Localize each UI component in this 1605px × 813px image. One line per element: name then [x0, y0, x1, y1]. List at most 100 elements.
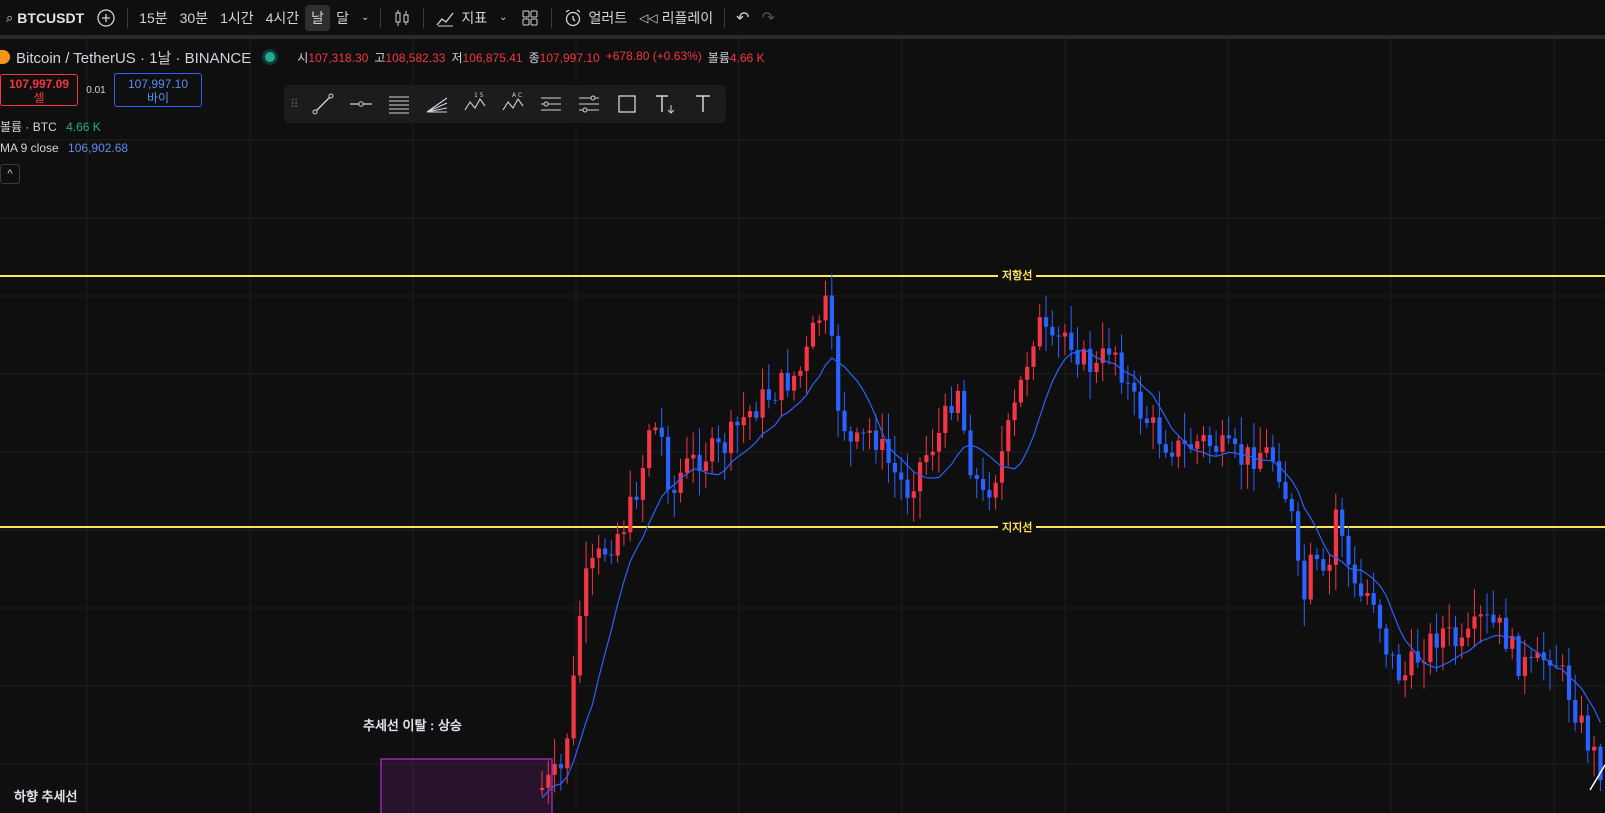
- interval-day[interactable]: 날: [305, 4, 331, 31]
- undo-button[interactable]: ↶: [730, 5, 755, 31]
- candle-body: [590, 557, 595, 569]
- layout-button[interactable]: [514, 5, 546, 31]
- volume-indicator-legend[interactable]: 볼륨 · BTC 4.66 K: [0, 118, 101, 135]
- candle-body: [987, 489, 992, 498]
- candle-body: [621, 532, 627, 534]
- text-icon: [696, 95, 710, 112]
- change-value: +678.80 (+0.63%): [605, 48, 702, 63]
- candle-body: [1308, 554, 1313, 600]
- anchored-text-tool[interactable]: [650, 89, 680, 119]
- chevron-up-icon: ^: [7, 168, 13, 180]
- candle-body: [1283, 481, 1288, 500]
- volume-indicator-value: 4.66 K: [66, 120, 101, 134]
- candle-body: [848, 431, 853, 442]
- candle-body: [615, 533, 620, 556]
- indicators-label: 지표: [461, 9, 488, 26]
- candle-body: [697, 454, 702, 471]
- sell-button[interactable]: 107,997.09 셀: [0, 74, 78, 106]
- volume-label: 볼륨: [707, 50, 730, 65]
- chart-type-button[interactable]: [386, 5, 418, 31]
- support-line-label[interactable]: 지지선: [998, 519, 1037, 535]
- compare-symbol-button[interactable]: [90, 5, 122, 31]
- parallel-channel-icon: [389, 96, 409, 114]
- candle-body: [1062, 332, 1068, 337]
- symbol-search[interactable]: ⌕ BTCUSDT: [0, 5, 90, 31]
- rectangle-tool[interactable]: [612, 89, 642, 119]
- market-open-status-icon: [265, 52, 276, 62]
- candle-body: [1163, 444, 1168, 453]
- candle-body: [1459, 637, 1464, 647]
- sell-label: 셀: [33, 91, 45, 105]
- candle-body: [829, 295, 834, 336]
- candle-body: [880, 439, 885, 450]
- candle-body: [1170, 452, 1175, 457]
- candle-body: [760, 389, 765, 418]
- candle-body: [968, 430, 973, 476]
- candle-body: [1069, 332, 1074, 351]
- text-tool[interactable]: [688, 89, 718, 119]
- horizontal-ray-tool[interactable]: [346, 89, 376, 119]
- divider: [127, 7, 129, 28]
- candle-body: [1037, 317, 1042, 347]
- price-range-tool[interactable]: [574, 89, 604, 119]
- candle-body: [1352, 564, 1357, 584]
- redo-button[interactable]: ↷: [756, 5, 781, 31]
- close-value: 107,997.10: [539, 50, 600, 65]
- divider: [423, 7, 425, 28]
- replay-button[interactable]: ◁◁ 리플레이: [633, 5, 719, 31]
- candle-body: [974, 475, 979, 480]
- ma-indicator-name: MA 9 close: [0, 141, 59, 155]
- candle-body: [1403, 675, 1408, 681]
- alert-button[interactable]: 얼러트: [557, 5, 634, 31]
- xabcd-pattern-tool[interactable]: 1 5: [460, 89, 490, 119]
- candle-body: [1485, 614, 1490, 616]
- candle-body: [1447, 627, 1452, 629]
- interval-30m[interactable]: 30분: [174, 5, 214, 31]
- candle-body: [1264, 447, 1269, 454]
- resistance-line-label[interactable]: 저항선: [998, 267, 1037, 283]
- candle-body: [666, 436, 671, 490]
- price-chart[interactable]: [0, 39, 1605, 813]
- downtrend-annotation[interactable]: 하향 추세선: [14, 786, 77, 805]
- trend-line-tool[interactable]: [308, 89, 338, 119]
- fib-fan-tool[interactable]: [422, 89, 452, 119]
- candle-body: [873, 430, 879, 450]
- horizontal-ray-icon: [350, 101, 372, 107]
- indicators-button[interactable]: 지표: [429, 5, 493, 31]
- parallel-channel-tool[interactable]: [384, 89, 414, 119]
- interval-4h[interactable]: 4시간: [260, 5, 306, 31]
- candle-body: [1579, 715, 1584, 723]
- candle-body: [1566, 665, 1572, 701]
- indicators-dropdown-button[interactable]: ⌄: [493, 5, 513, 31]
- candle-body: [1220, 435, 1225, 452]
- interval-dropdown-button[interactable]: ⌄: [355, 5, 375, 31]
- chevron-down-icon: ⌄: [360, 12, 370, 23]
- legend-title[interactable]: Bitcoin / TetherUS · 1날 · BINANCE: [16, 47, 251, 68]
- candle-body: [1201, 435, 1206, 442]
- ma-indicator-legend[interactable]: MA 9 close 106,902.68: [0, 141, 128, 155]
- drag-handle-icon[interactable]: ⠿: [290, 97, 300, 111]
- candle-body: [1491, 614, 1496, 623]
- collapse-legend-button[interactable]: ^: [0, 164, 20, 184]
- candle-body: [716, 438, 721, 443]
- long-position-tool[interactable]: [536, 89, 566, 119]
- candle-body: [773, 399, 778, 401]
- candle-body: [1478, 614, 1483, 617]
- candle-body: [754, 411, 759, 418]
- interval-month[interactable]: 달: [330, 5, 355, 31]
- interval-15m[interactable]: 15분: [133, 5, 173, 31]
- candle-body: [1138, 391, 1143, 419]
- candle-body: [1365, 593, 1370, 597]
- candle-body: [1321, 559, 1326, 571]
- position-long-icon: [541, 97, 561, 111]
- candle-body: [722, 442, 727, 454]
- candle-body: [1409, 651, 1414, 676]
- buy-button[interactable]: 107,997.10 바이: [114, 73, 202, 107]
- candle-body: [981, 479, 986, 490]
- breakout-annotation[interactable]: 추세선 이탈 : 상승: [363, 715, 462, 734]
- candle-body: [1195, 441, 1200, 449]
- abcd-pattern-tool[interactable]: A C: [498, 89, 528, 119]
- interval-1h[interactable]: 1시간: [214, 5, 260, 31]
- candle-body: [804, 346, 809, 371]
- divider: [550, 7, 552, 28]
